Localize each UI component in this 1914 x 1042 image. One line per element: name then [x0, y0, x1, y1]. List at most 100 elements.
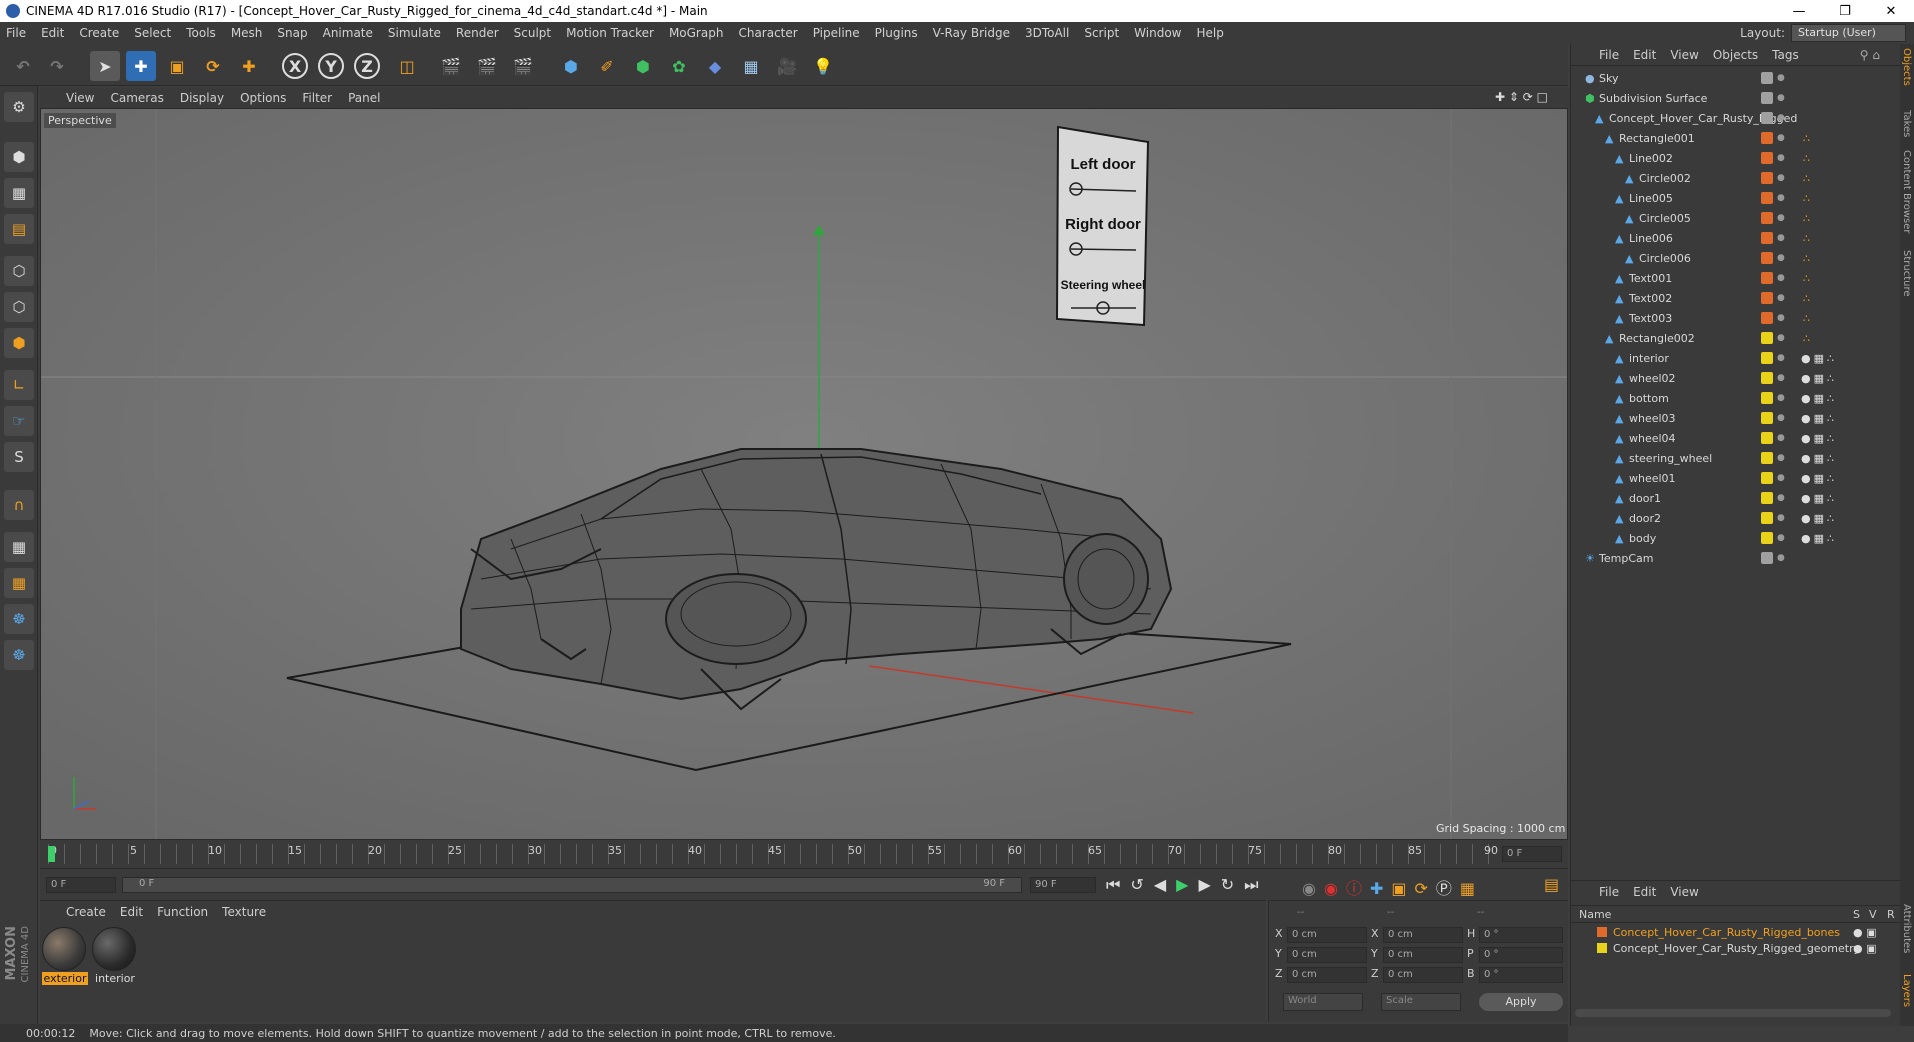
object-row[interactable]: ▲ door2 ● ●▦∴	[1571, 508, 1901, 528]
menu-help[interactable]: Help	[1196, 26, 1223, 40]
layer-color-tag[interactable]	[1761, 512, 1773, 524]
python-script-2-icon[interactable]: ☸	[4, 640, 34, 670]
current-frame-field[interactable]: 0 F	[1502, 846, 1562, 862]
object-row[interactable]: ▲ wheel02 ● ●▦∴	[1571, 368, 1901, 388]
visibility-dot-icon[interactable]: ●	[1777, 373, 1785, 383]
record-keyframe-icon[interactable]: ◉	[1324, 879, 1346, 898]
light-icon[interactable]: 💡	[808, 51, 838, 81]
visibility-dot-icon[interactable]: ●	[1777, 253, 1785, 263]
viewport-menu-filter[interactable]: Filter	[302, 91, 332, 105]
visibility-dot-icon[interactable]: ●	[1777, 273, 1785, 283]
coord-z-position[interactable]: 0 cm	[1287, 967, 1367, 983]
coord-p-rotation[interactable]: 0 °	[1479, 947, 1563, 963]
undo-icon[interactable]: ↶	[8, 51, 38, 81]
object-row[interactable]: ▲ Text001 ● ∴	[1571, 268, 1901, 288]
material-interior[interactable]: interior	[92, 927, 138, 987]
coordinate-system-icon[interactable]: ◫	[392, 51, 422, 81]
object-row[interactable]: ▲ Rectangle002 ● ∴	[1571, 328, 1901, 348]
polygons-mode-icon[interactable]: ⬢	[4, 328, 34, 358]
move-icon[interactable]: ✚	[126, 51, 156, 81]
render-view-icon[interactable]: 🎬	[436, 51, 466, 81]
layer-color-tag[interactable]	[1761, 252, 1773, 264]
frame-range-slider[interactable]: 0 F 90 F	[122, 877, 1022, 893]
prev-key-icon[interactable]: ↺	[1130, 875, 1153, 894]
side-tab-takes[interactable]: Takes	[1901, 110, 1912, 137]
layer-row-geometry[interactable]: Concept_Hover_Car_Rusty_Rigged_geometry …	[1571, 941, 1901, 957]
key-pla-icon[interactable]: ▦	[1460, 879, 1483, 898]
go-to-start-icon[interactable]: ⏮	[1106, 875, 1130, 894]
visibility-dot-icon[interactable]: ●	[1777, 353, 1785, 363]
snap-magnet-icon[interactable]: ∩	[4, 490, 34, 520]
side-tab-layers[interactable]: Layers	[1901, 974, 1912, 1007]
menu-mograph[interactable]: MoGraph	[669, 26, 724, 40]
layer-color-tag[interactable]	[1761, 332, 1773, 344]
object-row[interactable]: ▲ Line006 ● ∴	[1571, 228, 1901, 248]
make-editable-icon[interactable]: ⚙	[4, 92, 34, 122]
coord-h-rotation[interactable]: 0 °	[1479, 927, 1563, 943]
visibility-dot-icon[interactable]: ●	[1777, 73, 1785, 83]
go-to-end-icon[interactable]: ⏭	[1244, 875, 1268, 894]
constraint-tag-icon[interactable]: ∴	[1803, 212, 1810, 225]
object-row[interactable]: ▲ body ● ●▦∴	[1571, 528, 1901, 548]
x-axis-icon[interactable]: X	[282, 53, 308, 79]
visibility-dot-icon[interactable]: ●	[1777, 173, 1785, 183]
menu-3dtoall[interactable]: 3DToAll	[1025, 26, 1069, 40]
layout-dropdown[interactable]: Startup (User)	[1791, 24, 1906, 42]
visibility-dot-icon[interactable]: ●	[1777, 433, 1785, 443]
start-frame-field[interactable]: 0 F	[46, 877, 116, 893]
floor-scene-icon[interactable]: ▦	[736, 51, 766, 81]
layer-color-tag[interactable]	[1761, 132, 1773, 144]
constraint-tag-icon[interactable]: ∴	[1803, 332, 1810, 345]
material-menu-edit[interactable]: Edit	[120, 905, 143, 919]
object-row[interactable]: ▲ Circle005 ● ∴	[1571, 208, 1901, 228]
material-tag-icon[interactable]: ●▦∴	[1801, 472, 1837, 485]
timeline-layout-icon[interactable]: ▤	[1544, 875, 1559, 894]
texture-mode-icon[interactable]: ▦	[4, 178, 34, 208]
object-row[interactable]: ▲ door1 ● ●▦∴	[1571, 488, 1901, 508]
material-exterior[interactable]: exterior	[42, 927, 88, 987]
motion-record-icon[interactable]: ◉	[1302, 879, 1324, 898]
obj-menu-tags[interactable]: Tags	[1772, 48, 1799, 62]
menu-sculpt[interactable]: Sculpt	[514, 26, 551, 40]
prev-frame-icon[interactable]: ◀	[1154, 875, 1176, 894]
menu-character[interactable]: Character	[738, 26, 797, 40]
layer-color-tag[interactable]	[1761, 192, 1773, 204]
key-rotation-icon[interactable]: ⟳	[1414, 879, 1435, 898]
coord-y-size[interactable]: 0 cm	[1383, 947, 1463, 963]
coord-z-size[interactable]: 0 cm	[1383, 967, 1463, 983]
menu-animate[interactable]: Animate	[323, 26, 373, 40]
menu-mesh[interactable]: Mesh	[231, 26, 263, 40]
mograph-cloner-icon[interactable]: ✿	[664, 51, 694, 81]
layer-horizontal-scrollbar[interactable]	[1575, 1009, 1891, 1017]
model-mode-icon[interactable]: ⬢	[4, 142, 34, 172]
material-tag-icon[interactable]: ●▦∴	[1801, 512, 1837, 525]
constraint-tag-icon[interactable]: ∴	[1803, 272, 1810, 285]
play-icon[interactable]: ▶	[1176, 875, 1198, 894]
layer-color-tag[interactable]	[1761, 472, 1773, 484]
menu-create[interactable]: Create	[79, 26, 119, 40]
material-tag-icon[interactable]: ●▦∴	[1801, 412, 1837, 425]
layer-menu-file[interactable]: File	[1599, 885, 1619, 899]
minimize-icon[interactable]: —	[1776, 0, 1822, 22]
timeline-ruler[interactable]: 0 5 10 15 20 25 30 35 40 45 50 55 60 65 …	[40, 840, 1568, 868]
object-row[interactable]: ▲ Rectangle001 ● ∴	[1571, 128, 1901, 148]
visibility-dot-icon[interactable]: ●	[1777, 313, 1785, 323]
auto-key-icon[interactable]: ⓘ	[1346, 879, 1370, 898]
menu-edit[interactable]: Edit	[41, 26, 64, 40]
render-settings-icon[interactable]: 🎬	[508, 51, 538, 81]
cube-primitive-icon[interactable]: ⬢	[556, 51, 586, 81]
object-row[interactable]: ▲ Concept_Hover_Car_Rusty_Rigged ●	[1571, 108, 1901, 128]
visibility-dot-icon[interactable]: ●	[1777, 233, 1785, 243]
restore-icon[interactable]: ❐	[1822, 0, 1868, 22]
viewport-menu-view[interactable]: View	[66, 91, 94, 105]
layer-color-tag[interactable]	[1761, 72, 1773, 84]
material-tag-icon[interactable]: ●▦∴	[1801, 352, 1837, 365]
layer-color-tag[interactable]	[1761, 532, 1773, 544]
layer-color-tag[interactable]	[1761, 372, 1773, 384]
side-tab-objects[interactable]: Objects	[1901, 48, 1912, 86]
live-select-icon[interactable]: ✚	[234, 51, 264, 81]
layer-color-tag[interactable]	[1761, 452, 1773, 464]
side-tab-attributes[interactable]: Attributes	[1901, 904, 1912, 953]
material-menu-create[interactable]: Create	[66, 905, 106, 919]
layer-color-tag[interactable]	[1761, 92, 1773, 104]
